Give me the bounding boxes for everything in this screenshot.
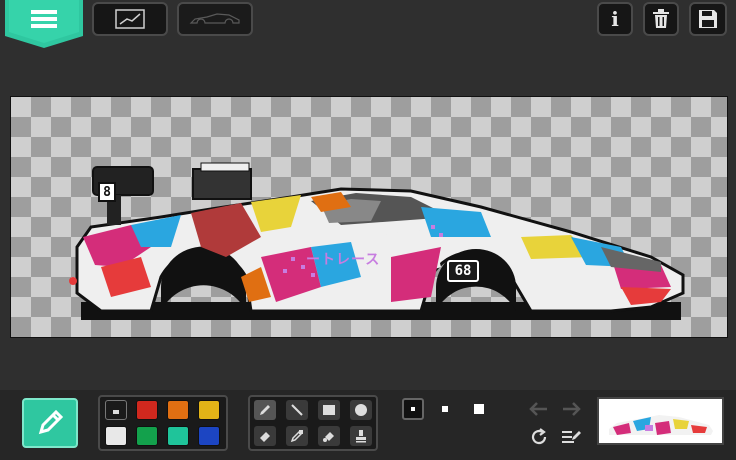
color-swatch-teal[interactable] bbox=[167, 426, 189, 446]
eyedropper-icon bbox=[290, 430, 303, 443]
brush-dot-icon bbox=[411, 407, 415, 411]
eraser-icon bbox=[260, 432, 270, 442]
hamburger-menu-icon bbox=[31, 10, 57, 28]
car-number-left: 8 bbox=[98, 182, 116, 202]
rotate-button[interactable] bbox=[528, 426, 550, 448]
color-swatch-yellow[interactable] bbox=[198, 400, 220, 420]
pencil-icon bbox=[260, 405, 270, 415]
sketch-button[interactable] bbox=[92, 2, 168, 36]
menu-button[interactable] bbox=[5, 0, 83, 48]
tool-circle[interactable] bbox=[350, 400, 372, 420]
car-outline-icon bbox=[189, 13, 240, 24]
fill-bucket-icon bbox=[323, 432, 334, 442]
tool-fill[interactable] bbox=[318, 426, 340, 446]
car-template-button[interactable] bbox=[177, 2, 253, 36]
color-swatch-black[interactable] bbox=[105, 400, 127, 420]
trash-icon bbox=[653, 9, 669, 28]
color-swatch-orange[interactable] bbox=[167, 400, 189, 420]
redo-icon bbox=[563, 402, 581, 416]
circle-icon bbox=[355, 404, 367, 416]
redo-button[interactable] bbox=[560, 400, 582, 418]
color-swatch-white[interactable] bbox=[105, 426, 127, 446]
sketch-line-icon bbox=[115, 9, 145, 29]
tool-eraser[interactable] bbox=[254, 426, 276, 446]
tool-eyedropper[interactable] bbox=[286, 426, 308, 446]
color-palette bbox=[98, 395, 228, 451]
car-number-door: 68 bbox=[447, 260, 479, 282]
pencil-icon bbox=[38, 409, 64, 435]
car-thumbnail bbox=[609, 415, 713, 435]
info-button[interactable]: i bbox=[597, 2, 633, 36]
rotate-icon bbox=[531, 428, 547, 445]
stamp-icon bbox=[356, 430, 366, 443]
drawing-canvas[interactable]: 8 68 ートレース bbox=[10, 96, 728, 338]
tool-line[interactable] bbox=[286, 400, 308, 420]
brush-dot-icon bbox=[442, 406, 448, 412]
undo-icon bbox=[529, 402, 547, 416]
delete-button[interactable] bbox=[643, 2, 679, 36]
layers-button[interactable] bbox=[560, 426, 584, 448]
line-icon bbox=[291, 404, 303, 416]
color-swatch-green[interactable] bbox=[136, 426, 158, 446]
brush-size-small[interactable] bbox=[402, 398, 424, 420]
dropdown-icon bbox=[113, 410, 119, 414]
layers-edit-icon bbox=[562, 431, 581, 443]
floppy-disk-icon bbox=[699, 10, 717, 28]
info-icon: i bbox=[611, 7, 619, 31]
brush-size-large[interactable] bbox=[472, 402, 486, 416]
tool-stamp[interactable] bbox=[350, 426, 372, 446]
car-drawing bbox=[69, 162, 685, 320]
save-button[interactable] bbox=[689, 2, 727, 36]
tool-palette bbox=[248, 395, 378, 451]
draw-mode-button[interactable] bbox=[22, 398, 78, 448]
rectangle-icon bbox=[323, 405, 335, 415]
canvas-preview-thumbnail[interactable] bbox=[597, 397, 724, 445]
tool-pencil[interactable] bbox=[254, 400, 276, 420]
brush-dot-icon bbox=[474, 404, 484, 414]
brush-size-medium[interactable] bbox=[440, 404, 450, 414]
livery-text: ートレース bbox=[306, 252, 381, 268]
undo-button[interactable] bbox=[528, 400, 550, 418]
color-swatch-red[interactable] bbox=[136, 400, 158, 420]
tool-rectangle[interactable] bbox=[318, 400, 340, 420]
color-swatch-blue[interactable] bbox=[198, 426, 220, 446]
